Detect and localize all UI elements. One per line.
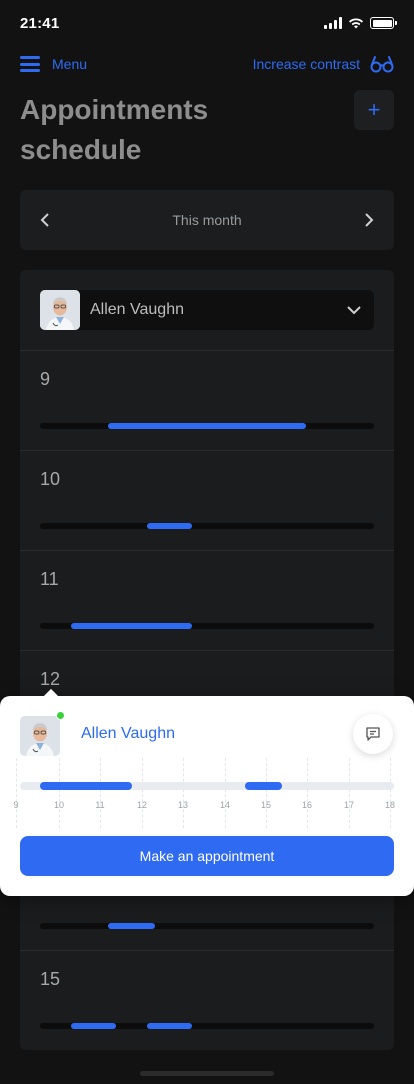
popup-doctor-name[interactable]: Allen Vaughn <box>81 725 175 743</box>
timeline-tick <box>100 758 101 828</box>
timeline-label: 13 <box>177 800 188 810</box>
hour-row[interactable]: 15 <box>20 950 394 1050</box>
timeline-label: 11 <box>95 800 105 810</box>
hour-row[interactable]: 9 <box>20 350 394 450</box>
timeline-tick <box>266 758 267 828</box>
signal-icon <box>324 17 342 29</box>
timeline-tick <box>16 758 17 828</box>
avatar <box>20 716 60 756</box>
timeline-label: 14 <box>219 800 230 810</box>
hour-label: 15 <box>40 969 61 989</box>
menu-label: Menu <box>52 56 88 72</box>
chevron-down-icon <box>334 305 374 315</box>
timeline-tick <box>59 758 60 828</box>
hour-label: 9 <box>40 369 51 389</box>
period-navigation: This month <box>20 190 394 250</box>
battery-icon <box>370 17 397 29</box>
booked-slot[interactable] <box>108 423 306 429</box>
avatar <box>40 290 80 330</box>
timeline-label: 15 <box>260 800 271 810</box>
timeline-tick <box>183 758 184 828</box>
page-title-line-2: schedule <box>20 134 142 165</box>
status-bar: 21:41 <box>0 0 414 46</box>
page-title: Appointments schedule <box>20 90 320 170</box>
doctor-name: Allen Vaughn <box>90 301 184 318</box>
increase-contrast-label: Increase contrast <box>252 56 360 72</box>
chat-icon <box>366 727 380 741</box>
hour-label: 11 <box>40 569 59 589</box>
chat-button[interactable] <box>353 714 393 754</box>
chevron-right-icon <box>365 213 374 227</box>
timeline-tick <box>142 758 143 828</box>
plus-icon: + <box>367 97 381 122</box>
doctor-popup: Allen Vaughn 9 10 11 12 13 14 15 16 17 1… <box>0 688 414 896</box>
increase-contrast-button[interactable]: Increase contrast <box>253 54 394 74</box>
booked-slot[interactable] <box>245 782 282 790</box>
hour-track <box>40 923 374 929</box>
online-status-dot <box>56 711 65 720</box>
timeline-tick <box>390 758 391 828</box>
booked-slot[interactable] <box>108 923 155 929</box>
hour-row[interactable]: 10 <box>20 450 394 550</box>
status-time: 21:41 <box>20 14 60 32</box>
booked-slot[interactable] <box>147 1023 192 1029</box>
timeline-label: 12 <box>136 800 147 810</box>
previous-period-button[interactable] <box>38 213 52 227</box>
schedule-card: Allen Vaughn 9 10 11 12 15 <box>20 270 394 1050</box>
booked-slot[interactable] <box>40 782 132 790</box>
timeline-tick <box>225 758 226 828</box>
hour-track <box>40 523 374 529</box>
period-label: This month <box>172 212 242 228</box>
timeline-label: 9 <box>13 800 19 810</box>
home-indicator[interactable] <box>140 1071 274 1076</box>
hour-track <box>40 623 374 629</box>
hour-row[interactable]: 11 <box>20 550 394 650</box>
status-icons <box>324 17 397 29</box>
next-period-button[interactable] <box>362 213 376 227</box>
glasses-icon <box>370 56 394 73</box>
hour-track <box>40 423 374 429</box>
timeline-label: 18 <box>384 800 395 810</box>
doctor-select[interactable]: Allen Vaughn <box>40 290 374 330</box>
timeline-tick <box>307 758 308 828</box>
timeline-label: 10 <box>53 800 64 810</box>
booked-slot[interactable] <box>71 623 192 629</box>
make-appointment-button[interactable]: Make an appointment <box>20 836 394 876</box>
hour-track <box>40 1023 374 1029</box>
timeline-tick <box>349 758 350 828</box>
chevron-left-icon <box>40 213 49 227</box>
topbar: Menu Increase contrast <box>20 50 394 78</box>
wifi-icon <box>349 18 363 29</box>
booked-slot[interactable] <box>147 523 192 529</box>
timeline-label: 16 <box>301 800 312 810</box>
page-title-line-1: Appointments <box>20 94 209 125</box>
booked-slot[interactable] <box>71 1023 116 1029</box>
hour-label: 12 <box>40 669 61 689</box>
add-appointment-button[interactable]: + <box>354 90 394 130</box>
timeline-track <box>20 782 394 790</box>
timeline-label: 17 <box>343 800 354 810</box>
hamburger-icon <box>20 56 40 72</box>
hour-label: 10 <box>40 469 61 489</box>
menu-button[interactable]: Menu <box>20 56 87 72</box>
